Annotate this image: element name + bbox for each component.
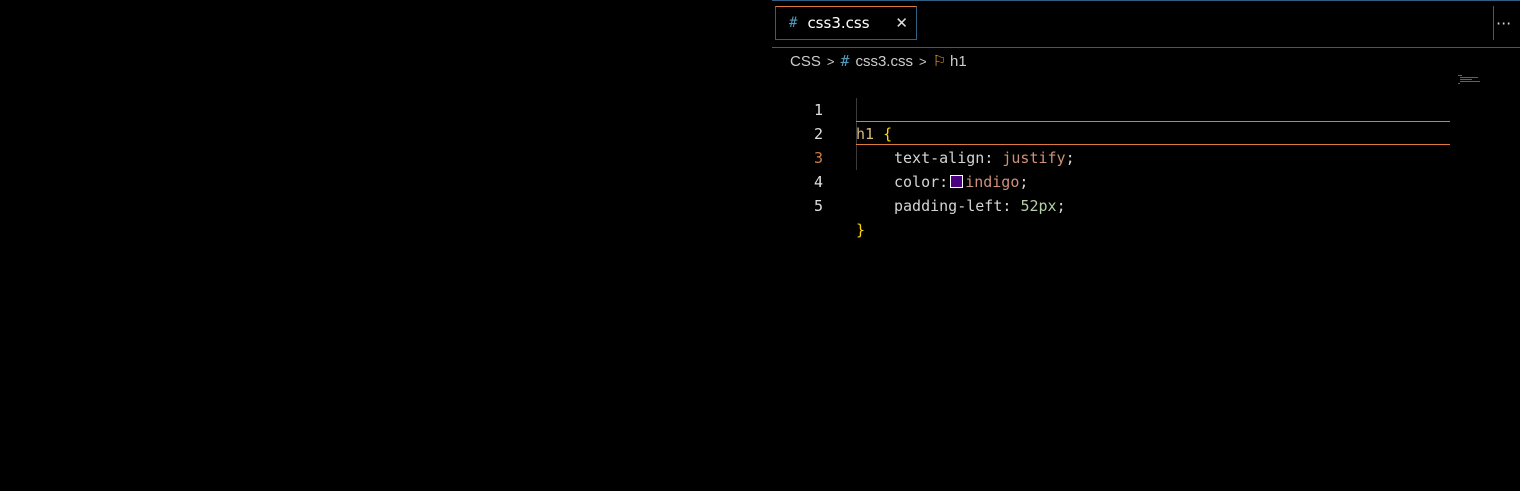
line-number: 2 [813, 125, 823, 143]
editor-actions: ··· [690, 6, 771, 40]
line-number: 3 [813, 149, 823, 167]
code-line: 4 padding-left: 52px; [0, 146, 1066, 215]
breadcrumb-file[interactable]: <> css3.html [70, 53, 154, 70]
code-line-current: 3 color: indigo; [0, 122, 1028, 191]
tab-label: css3.html [45, 14, 119, 32]
css-code-editor[interactable]: 1 h1 { 2 text-align: justify; 3 color: in… [0, 74, 1520, 491]
breadcrumb-file-label: css3.css [855, 52, 913, 70]
right-editor-container: # css3.css ✕ ··· CSS > # css3.css > ⚐ h1… [772, 0, 1520, 491]
more-actions-icon[interactable]: ··· [725, 14, 758, 33]
html-file-icon: <> [19, 15, 36, 31]
minimap[interactable] [1458, 74, 1482, 86]
breadcrumb-item-label: head [254, 52, 288, 70]
selector-symbol-icon: ⚐ [932, 53, 947, 70]
tab-label: css3.css [181, 14, 244, 32]
chevron-right-icon: > [826, 53, 835, 69]
breadcrumb-item-head[interactable]: ⬡ head [238, 53, 288, 70]
breadcrumb: CSS > <> css3.html > ⬡ html > ⬡ head > ⬡… [0, 48, 770, 74]
right-tab-bar: # css3.css ✕ ··· [772, 0, 1520, 48]
breadcrumb-item-label: link [323, 52, 346, 70]
css-file-icon: # [840, 52, 850, 70]
left-tab-bar: <> css3.html ✕ # css3.css ··· [0, 0, 770, 48]
chevron-right-icon: > [224, 53, 233, 69]
tab-css3-css-right[interactable]: # css3.css ✕ [775, 6, 917, 40]
more-actions-icon[interactable]: ··· [1494, 14, 1513, 33]
code-line: 1 h1 { [0, 74, 892, 143]
breadcrumb-item-html[interactable]: ⬡ html [174, 53, 219, 70]
tab-css3-html[interactable]: <> css3.html ✕ [5, 6, 145, 40]
close-icon[interactable]: ✕ [895, 14, 908, 32]
color-swatch[interactable] [950, 175, 964, 188]
breadcrumb-file-label: css3.html [90, 52, 155, 70]
element-cube-icon: ⬡ [307, 52, 320, 69]
breadcrumb-symbol-label: h1 [950, 52, 967, 70]
editor-actions: ··· [1493, 6, 1520, 40]
breadcrumb-folder[interactable]: CSS [790, 53, 821, 70]
line-number: 5 [813, 197, 823, 215]
chevron-right-icon: > [918, 53, 927, 69]
chevron-right-icon: > [56, 53, 65, 69]
chevron-right-icon: > [293, 53, 302, 69]
code-line: 5 } [0, 170, 865, 239]
breadcrumb-folder[interactable]: CSS [20, 53, 51, 70]
breadcrumb-item-label: html [190, 52, 219, 70]
element-cube-icon: ⬡ [238, 52, 251, 69]
breadcrumb-symbol[interactable]: ⚐ h1 [932, 52, 967, 71]
tab-css3-css[interactable]: # css3.css [150, 6, 300, 40]
split-editor-icon[interactable] [691, 13, 725, 33]
chevron-right-icon: > [160, 53, 168, 69]
css-file-icon: # [789, 15, 798, 31]
current-line-highlight [856, 121, 1450, 145]
css-file-icon: # [163, 15, 172, 31]
element-cube-icon: ⬡ [173, 52, 187, 69]
tab-label: css3.css [807, 14, 870, 32]
breadcrumb-item-link[interactable]: ⬡ link [307, 53, 346, 70]
line-number: 1 [813, 101, 823, 119]
breadcrumb: CSS > # css3.css > ⚐ h1 [772, 48, 1520, 74]
html-file-icon: <> [70, 54, 85, 68]
close-icon[interactable]: ✕ [123, 14, 136, 32]
breadcrumb-file[interactable]: # css3.css [840, 52, 913, 70]
line-number: 4 [813, 173, 823, 191]
code-line: 2 text-align: justify; [0, 98, 1075, 167]
